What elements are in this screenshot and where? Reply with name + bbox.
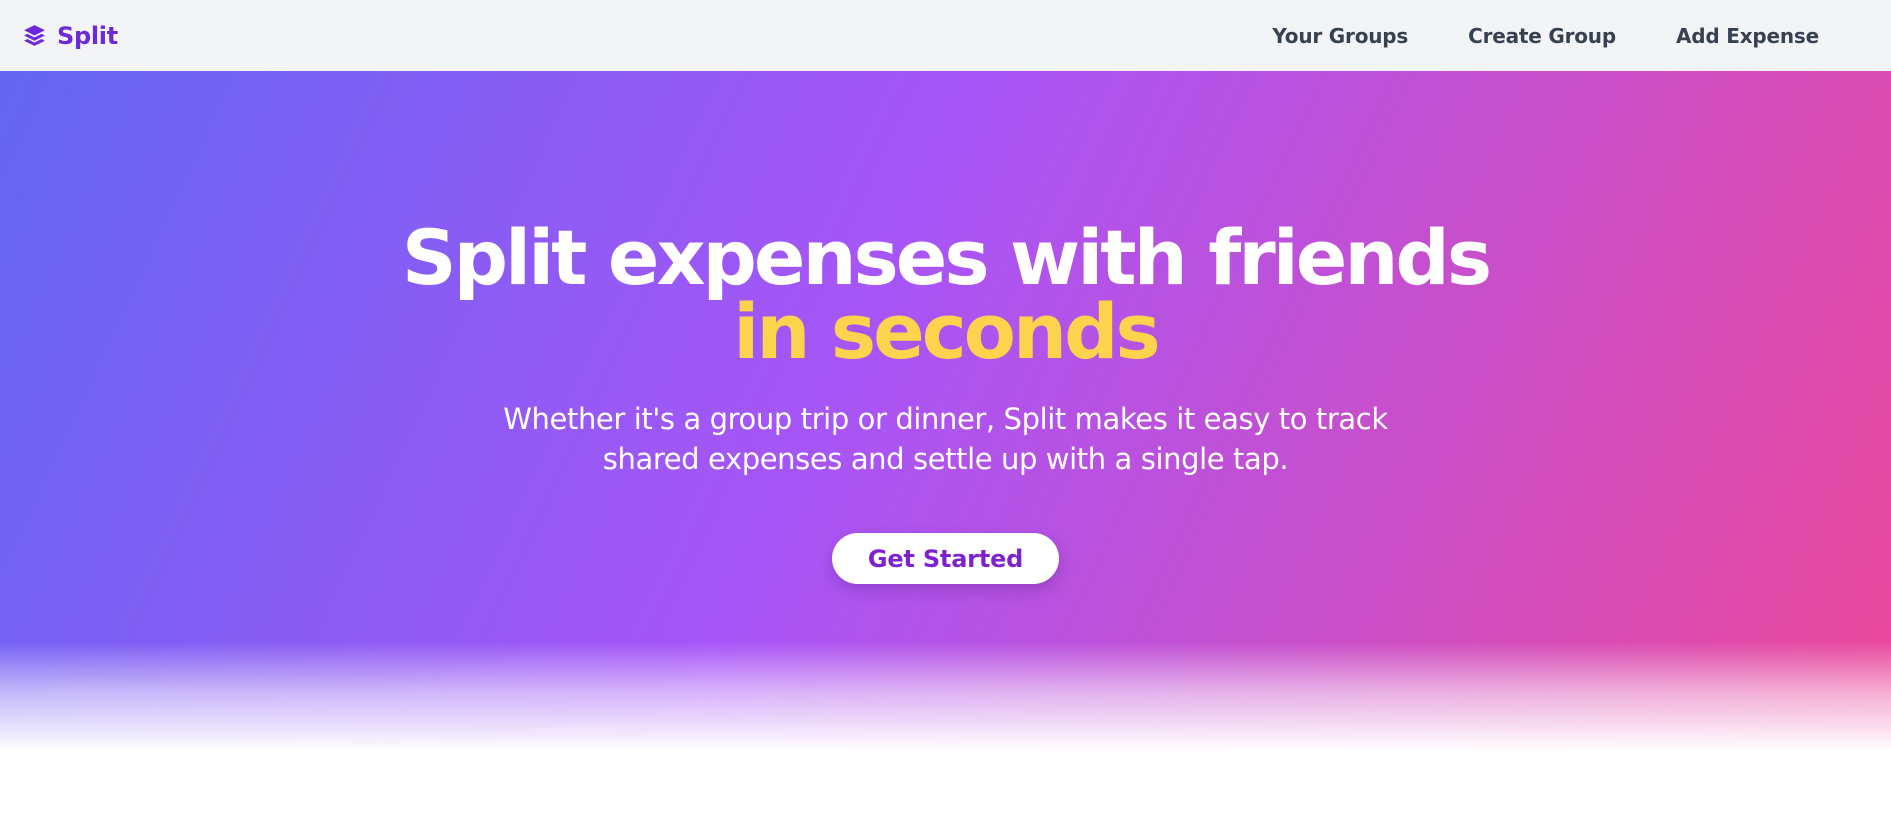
hero-section: Split expenses with friends in seconds W…: [0, 71, 1891, 752]
hero-content: Split expenses with friends in seconds W…: [0, 213, 1891, 584]
nav-links: Your Groups Create Group Add Expense: [1272, 24, 1819, 48]
nav-link-create-group[interactable]: Create Group: [1468, 24, 1616, 48]
brand-name: Split: [57, 21, 118, 50]
layers-icon: [22, 23, 47, 48]
get-started-button[interactable]: Get Started: [832, 533, 1059, 584]
hero-bottom-fade: [0, 642, 1891, 752]
hero-title-line: Split expenses with friends: [401, 213, 1492, 302]
hero-title: Split expenses with friends in seconds: [0, 213, 1891, 376]
hero-subtitle: Whether it's a group trip or dinner, Spl…: [503, 402, 1388, 476]
hero-title-accent: in seconds: [733, 287, 1160, 376]
brand-logo-link[interactable]: Split: [22, 22, 118, 50]
nav-link-add-expense[interactable]: Add Expense: [1676, 24, 1819, 48]
nav-link-your-groups[interactable]: Your Groups: [1272, 24, 1408, 48]
top-navbar: Split Your Groups Create Group Add Expen…: [0, 0, 1891, 71]
